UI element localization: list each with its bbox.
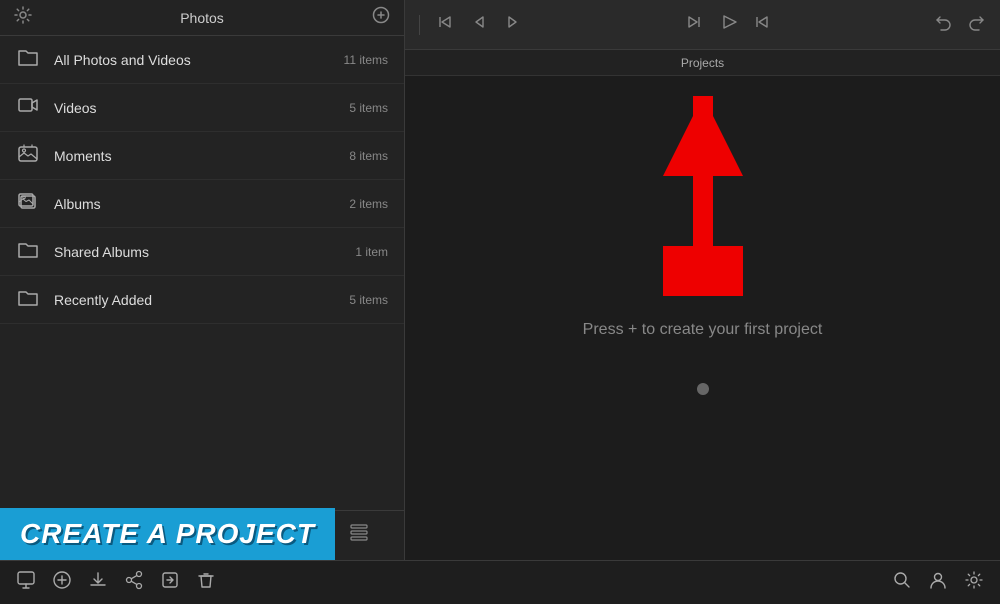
toolbar-list-btn[interactable]	[340, 517, 378, 554]
red-arrow	[663, 96, 743, 296]
recently-added-icon	[16, 287, 40, 312]
settings-icon[interactable]	[14, 6, 32, 29]
import-icon[interactable]	[16, 570, 36, 595]
bottom-right-tools	[892, 570, 984, 595]
videos-label: Videos	[54, 100, 349, 116]
all-photos-count: 11 items	[344, 53, 388, 67]
sidebar: Photos All Photos and Video	[0, 0, 405, 560]
shared-albums-label: Shared Albums	[54, 244, 355, 260]
albums-label: Albums	[54, 196, 349, 212]
timeline-toolbar	[405, 11, 1000, 38]
skip-to-end-btn[interactable]	[749, 11, 775, 38]
list-view-icon	[348, 521, 370, 548]
settings-gear-icon[interactable]	[964, 570, 984, 595]
add-icon[interactable]	[52, 570, 72, 595]
next-btn[interactable]	[500, 11, 526, 38]
prev-btn[interactable]	[466, 11, 492, 38]
content-area: Projects Press + to cre	[405, 0, 1000, 560]
timeline-right	[930, 11, 990, 38]
sidebar-title: Photos	[32, 10, 372, 26]
recently-added-label: Recently Added	[54, 292, 349, 308]
moments-count: 8 items	[349, 149, 388, 163]
sidebar-item-videos[interactable]: Videos 5 items	[0, 84, 404, 132]
sidebar-item-all-photos[interactable]: All Photos and Videos 11 items	[0, 36, 404, 84]
empty-state: Press + to create your first project	[583, 281, 823, 395]
create-banner: CREATE A PROJECT	[0, 508, 335, 560]
bottom-toolbar	[0, 560, 1000, 604]
undo-btn[interactable]	[930, 11, 956, 38]
recently-added-count: 5 items	[349, 293, 388, 307]
project-area: Press + to create your first project	[405, 76, 1000, 560]
sidebar-item-moments[interactable]: Moments 8 items	[0, 132, 404, 180]
redo-btn[interactable]	[964, 11, 990, 38]
albums-icon	[16, 191, 40, 216]
folder-icon-1	[16, 47, 40, 72]
user-icon[interactable]	[928, 570, 948, 595]
delete-icon[interactable]	[196, 570, 216, 595]
skip-to-start-btn[interactable]	[681, 11, 707, 38]
sidebar-header: Photos	[0, 0, 404, 36]
projects-bar: Projects	[405, 50, 1000, 76]
video-icon	[16, 95, 40, 120]
sidebar-item-albums[interactable]: Albums 2 items	[0, 180, 404, 228]
shared-folder-icon	[16, 239, 40, 264]
skip-back-btn[interactable]	[432, 11, 458, 38]
moments-icon	[16, 143, 40, 168]
app-container: Photos All Photos and Video	[0, 0, 1000, 604]
timeline-center	[681, 11, 775, 38]
sidebar-list: All Photos and Videos 11 items Videos 5 …	[0, 36, 404, 510]
empty-message: Press + to create your first project	[583, 321, 823, 339]
more-icon[interactable]	[372, 6, 390, 29]
bottom-search-icon[interactable]	[892, 570, 912, 595]
bottom-left-tools	[16, 570, 216, 595]
projects-label: Projects	[681, 56, 724, 70]
sidebar-item-recently-added[interactable]: Recently Added 5 items	[0, 276, 404, 324]
play-btn[interactable]	[715, 11, 741, 38]
videos-count: 5 items	[349, 101, 388, 115]
create-banner-text: CREATE A PROJECT	[20, 518, 315, 549]
timeline-divider	[419, 15, 420, 35]
project-dot	[697, 383, 709, 395]
all-photos-label: All Photos and Videos	[54, 52, 344, 68]
timeline-area	[405, 0, 1000, 50]
export-icon[interactable]	[160, 570, 180, 595]
albums-count: 2 items	[349, 197, 388, 211]
shared-albums-count: 1 item	[355, 245, 388, 259]
main-area: Photos All Photos and Video	[0, 0, 1000, 560]
moments-label: Moments	[54, 148, 349, 164]
share-icon[interactable]	[124, 570, 144, 595]
timeline-left	[415, 11, 526, 38]
sidebar-item-shared-albums[interactable]: Shared Albums 1 item	[0, 228, 404, 276]
download-icon[interactable]	[88, 570, 108, 595]
